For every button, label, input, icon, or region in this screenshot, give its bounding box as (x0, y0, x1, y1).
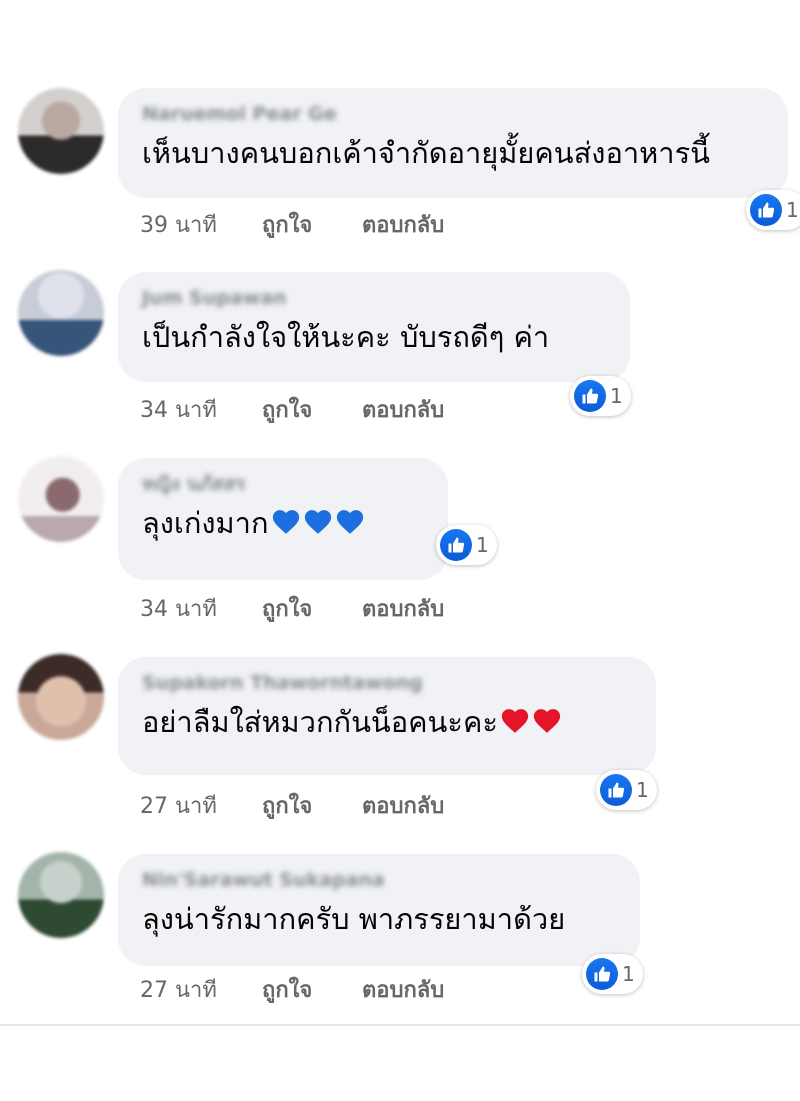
reaction-badge[interactable]: 1 (436, 525, 497, 565)
thumbs-up-icon (574, 380, 606, 412)
comment-time[interactable]: 27 นาที (140, 788, 234, 823)
reaction-count: 1 (476, 533, 489, 557)
comment-text: เป็นกำลังใจให้นะคะ บับรถดีๆ ค่า (142, 320, 550, 354)
comment-actions: 34 นาที ถูกใจ ตอบกลับ (140, 392, 444, 427)
comment-text-body: ลุงเก่งมาก (142, 506, 269, 540)
comment-actions: 27 นาที ถูกใจ ตอบกลับ (140, 972, 444, 1007)
reaction-badge[interactable]: 1 (746, 190, 800, 230)
reply-button[interactable]: ตอบกลับ (362, 972, 444, 1007)
red-heart-icon (501, 709, 529, 733)
reaction-badge[interactable]: 1 (570, 376, 631, 416)
reply-button[interactable]: ตอบกลับ (362, 392, 444, 427)
comment-time[interactable]: 34 นาที (140, 591, 234, 626)
like-button[interactable]: ถูกใจ (262, 972, 336, 1007)
reaction-badge[interactable]: 1 (596, 770, 657, 810)
thumbs-up-icon (440, 529, 472, 561)
avatar[interactable] (18, 456, 104, 542)
comment-author[interactable]: Supakorn Thaworntawong (142, 671, 632, 695)
comment-time[interactable]: 27 นาที (140, 972, 234, 1007)
thumbs-up-icon (600, 774, 632, 806)
reaction-count: 1 (636, 778, 649, 802)
like-button[interactable]: ถูกใจ (262, 207, 336, 242)
comment-author[interactable]: Nin'Sarawut Sukapana (142, 868, 616, 892)
reply-button[interactable]: ตอบกลับ (362, 788, 444, 823)
thumbs-up-icon (586, 958, 618, 990)
comment-text: อย่าลืมใส่หมวกกันน็อคนะคะ (142, 703, 632, 741)
comment-author[interactable]: Naruemol Pear Ge (142, 102, 764, 126)
like-button[interactable]: ถูกใจ (262, 788, 336, 823)
comment-actions: 34 นาที ถูกใจ ตอบกลับ (140, 591, 444, 626)
comment-text: ลุงน่ารักมากครับ พาภรรยามาด้วย (142, 902, 566, 936)
like-button[interactable]: ถูกใจ (262, 591, 336, 626)
avatar[interactable] (18, 852, 104, 938)
comment-bubble: Naruemol Pear Ge เห็นบางคนบอกเค้าจำกัดอา… (118, 88, 788, 198)
comment-bubble: Jum Supawan เป็นกำลังใจให้นะคะ บับรถดีๆ … (118, 272, 630, 382)
avatar[interactable] (18, 270, 104, 356)
blue-heart-icon (304, 510, 331, 534)
like-button[interactable]: ถูกใจ (262, 392, 336, 427)
comment-author[interactable]: Jum Supawan (142, 286, 606, 310)
red-heart-icon (533, 709, 561, 733)
blue-heart-icon (272, 510, 299, 534)
comment-bubble: หญิง นภัสสร ลุงเก่งมาก (118, 458, 448, 580)
comment-text: ลุงเก่งมาก (142, 504, 424, 542)
avatar[interactable] (18, 88, 104, 174)
comment-bubble: Nin'Sarawut Sukapana ลุงน่ารักมากครับ พา… (118, 854, 640, 966)
blue-heart-icon (336, 510, 363, 534)
emoji-group (498, 705, 562, 739)
thumbs-up-icon (750, 194, 782, 226)
comment-author[interactable]: หญิง นภัสสร (142, 472, 424, 496)
comment-bubble: Supakorn Thaworntawong อย่าลืมใส่หมวกกัน… (118, 657, 656, 775)
comment-actions: 39 นาที ถูกใจ ตอบกลับ (140, 207, 444, 242)
comment-text-body: อย่าลืมใส่หมวกกันน็อคนะคะ (142, 705, 498, 739)
reaction-count: 1 (786, 198, 799, 222)
comment-time[interactable]: 39 นาที (140, 207, 234, 242)
reaction-count: 1 (622, 962, 635, 986)
divider (0, 1024, 800, 1026)
comment-text: เห็นบางคนบอกเค้าจำกัดอายุมั้ยคนส่งอาหารน… (142, 136, 710, 170)
reaction-count: 1 (610, 384, 623, 408)
comment-actions: 27 นาที ถูกใจ ตอบกลับ (140, 788, 444, 823)
reply-button[interactable]: ตอบกลับ (362, 591, 444, 626)
comment-time[interactable]: 34 นาที (140, 392, 234, 427)
avatar[interactable] (18, 654, 104, 740)
reaction-badge[interactable]: 1 (582, 954, 643, 994)
reply-button[interactable]: ตอบกลับ (362, 207, 444, 242)
emoji-group (269, 506, 365, 540)
